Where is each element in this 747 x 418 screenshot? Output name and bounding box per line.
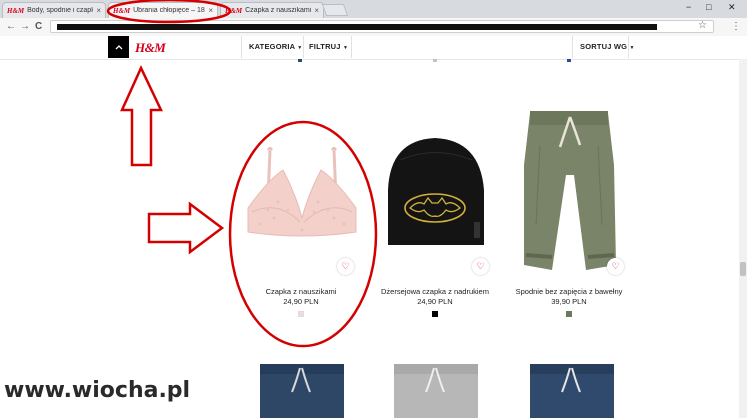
product-image-beanie[interactable] bbox=[380, 130, 490, 250]
hm-favicon-icon: H&M bbox=[7, 6, 25, 15]
category-dropdown[interactable]: KATEGORIA ▼ bbox=[249, 42, 302, 51]
watermark: www.wiocha.pl bbox=[4, 378, 191, 403]
sort-label: SORTUJ WG bbox=[580, 42, 628, 51]
sort-dropdown[interactable]: SORTUJ WG ▼ bbox=[580, 42, 635, 51]
caret-down-icon: ▼ bbox=[297, 45, 303, 51]
close-tab-icon[interactable]: × bbox=[208, 6, 213, 15]
swatch-remnant bbox=[298, 59, 302, 62]
right-arrow-icon bbox=[147, 201, 225, 255]
scrollbar-thumb[interactable] bbox=[740, 262, 746, 276]
browser-tab-bar: H&M Body, spodnie i czapka - × H&M Ubran… bbox=[0, 0, 747, 19]
hm-favicon-icon: H&M bbox=[113, 6, 131, 15]
favorite-heart-icon[interactable]: ♡ bbox=[472, 258, 489, 275]
favorite-heart-icon[interactable]: ♡ bbox=[337, 258, 354, 275]
annotation-overlay bbox=[106, 0, 378, 348]
close-tab-icon[interactable]: × bbox=[96, 6, 101, 15]
color-swatch[interactable] bbox=[566, 311, 572, 317]
minimize-icon[interactable]: − bbox=[686, 2, 691, 12]
address-bar[interactable]: ☆ bbox=[50, 20, 714, 33]
swatch-remnant bbox=[567, 59, 571, 62]
tab-title: Body, spodnie i czapka - bbox=[27, 7, 94, 14]
product-name[interactable]: Spodnie bez zapięcia z bawełny bbox=[504, 287, 634, 296]
product-image-navy-pants[interactable] bbox=[256, 362, 348, 418]
filter-dropdown[interactable]: FILTRUJ ▼ bbox=[309, 42, 348, 51]
back-icon[interactable]: ← bbox=[6, 21, 16, 32]
caret-down-icon: ▼ bbox=[629, 45, 635, 51]
product-name[interactable]: Czapka z nauszikami bbox=[236, 287, 366, 296]
scroll-to-top-button[interactable] bbox=[108, 36, 129, 58]
new-tab-button[interactable] bbox=[321, 4, 349, 16]
swatch-remnant bbox=[433, 59, 437, 62]
close-window-icon[interactable]: ✕ bbox=[728, 2, 736, 13]
maximize-icon[interactable]: □ bbox=[706, 2, 711, 12]
browser-toolbar: ← → C ☆ ⋮ bbox=[0, 18, 747, 37]
product-price: 24,90 PLN bbox=[283, 297, 319, 306]
browser-tab-2[interactable]: H&M Ubrania chłopięce – 18 m × bbox=[108, 2, 218, 18]
hm-logo[interactable]: H&M bbox=[135, 40, 166, 56]
product-name[interactable]: Dżersejowa czapka z nadrukiem bbox=[370, 287, 500, 296]
color-swatch[interactable] bbox=[432, 311, 438, 317]
hm-favicon-icon: H&M bbox=[225, 6, 243, 15]
tab-title: Ubrania chłopięce – 18 m bbox=[133, 7, 206, 14]
product-image-gray-pants[interactable] bbox=[390, 362, 482, 418]
product-image-bra[interactable] bbox=[238, 140, 368, 260]
caret-down-icon: ▼ bbox=[342, 45, 349, 51]
tab-title: Czapka z nauszikami - I bbox=[245, 7, 312, 14]
favorite-heart-icon[interactable]: ♡ bbox=[607, 258, 624, 275]
bookmark-star-icon[interactable]: ☆ bbox=[698, 20, 707, 31]
product-price: 24,90 PLN bbox=[417, 297, 453, 306]
product-image-navy-pants-2[interactable] bbox=[526, 362, 618, 418]
browser-tab-3[interactable]: H&M Czapka z nauszikami - I × bbox=[220, 2, 324, 18]
redacted-url bbox=[57, 24, 657, 30]
forward-icon[interactable]: → bbox=[20, 21, 30, 32]
color-swatch[interactable] bbox=[298, 311, 304, 317]
browser-tab-1[interactable]: H&M Body, spodnie i czapka - × bbox=[2, 2, 106, 18]
close-tab-icon[interactable]: × bbox=[314, 6, 319, 15]
chevron-up-icon bbox=[115, 45, 122, 50]
reload-icon[interactable]: C bbox=[35, 21, 42, 32]
site-header: H&M KATEGORIA ▼ FILTRUJ ▼ SORTUJ WG ▼ bbox=[0, 36, 747, 60]
product-price: 39,90 PLN bbox=[551, 297, 587, 306]
category-label: KATEGORIA bbox=[249, 42, 295, 51]
filter-label: FILTRUJ bbox=[309, 42, 341, 51]
up-arrow-icon bbox=[120, 65, 163, 167]
browser-menu-icon[interactable]: ⋮ bbox=[731, 21, 741, 32]
page-scrollbar[interactable] bbox=[739, 59, 747, 418]
product-image-pants[interactable] bbox=[518, 105, 618, 280]
